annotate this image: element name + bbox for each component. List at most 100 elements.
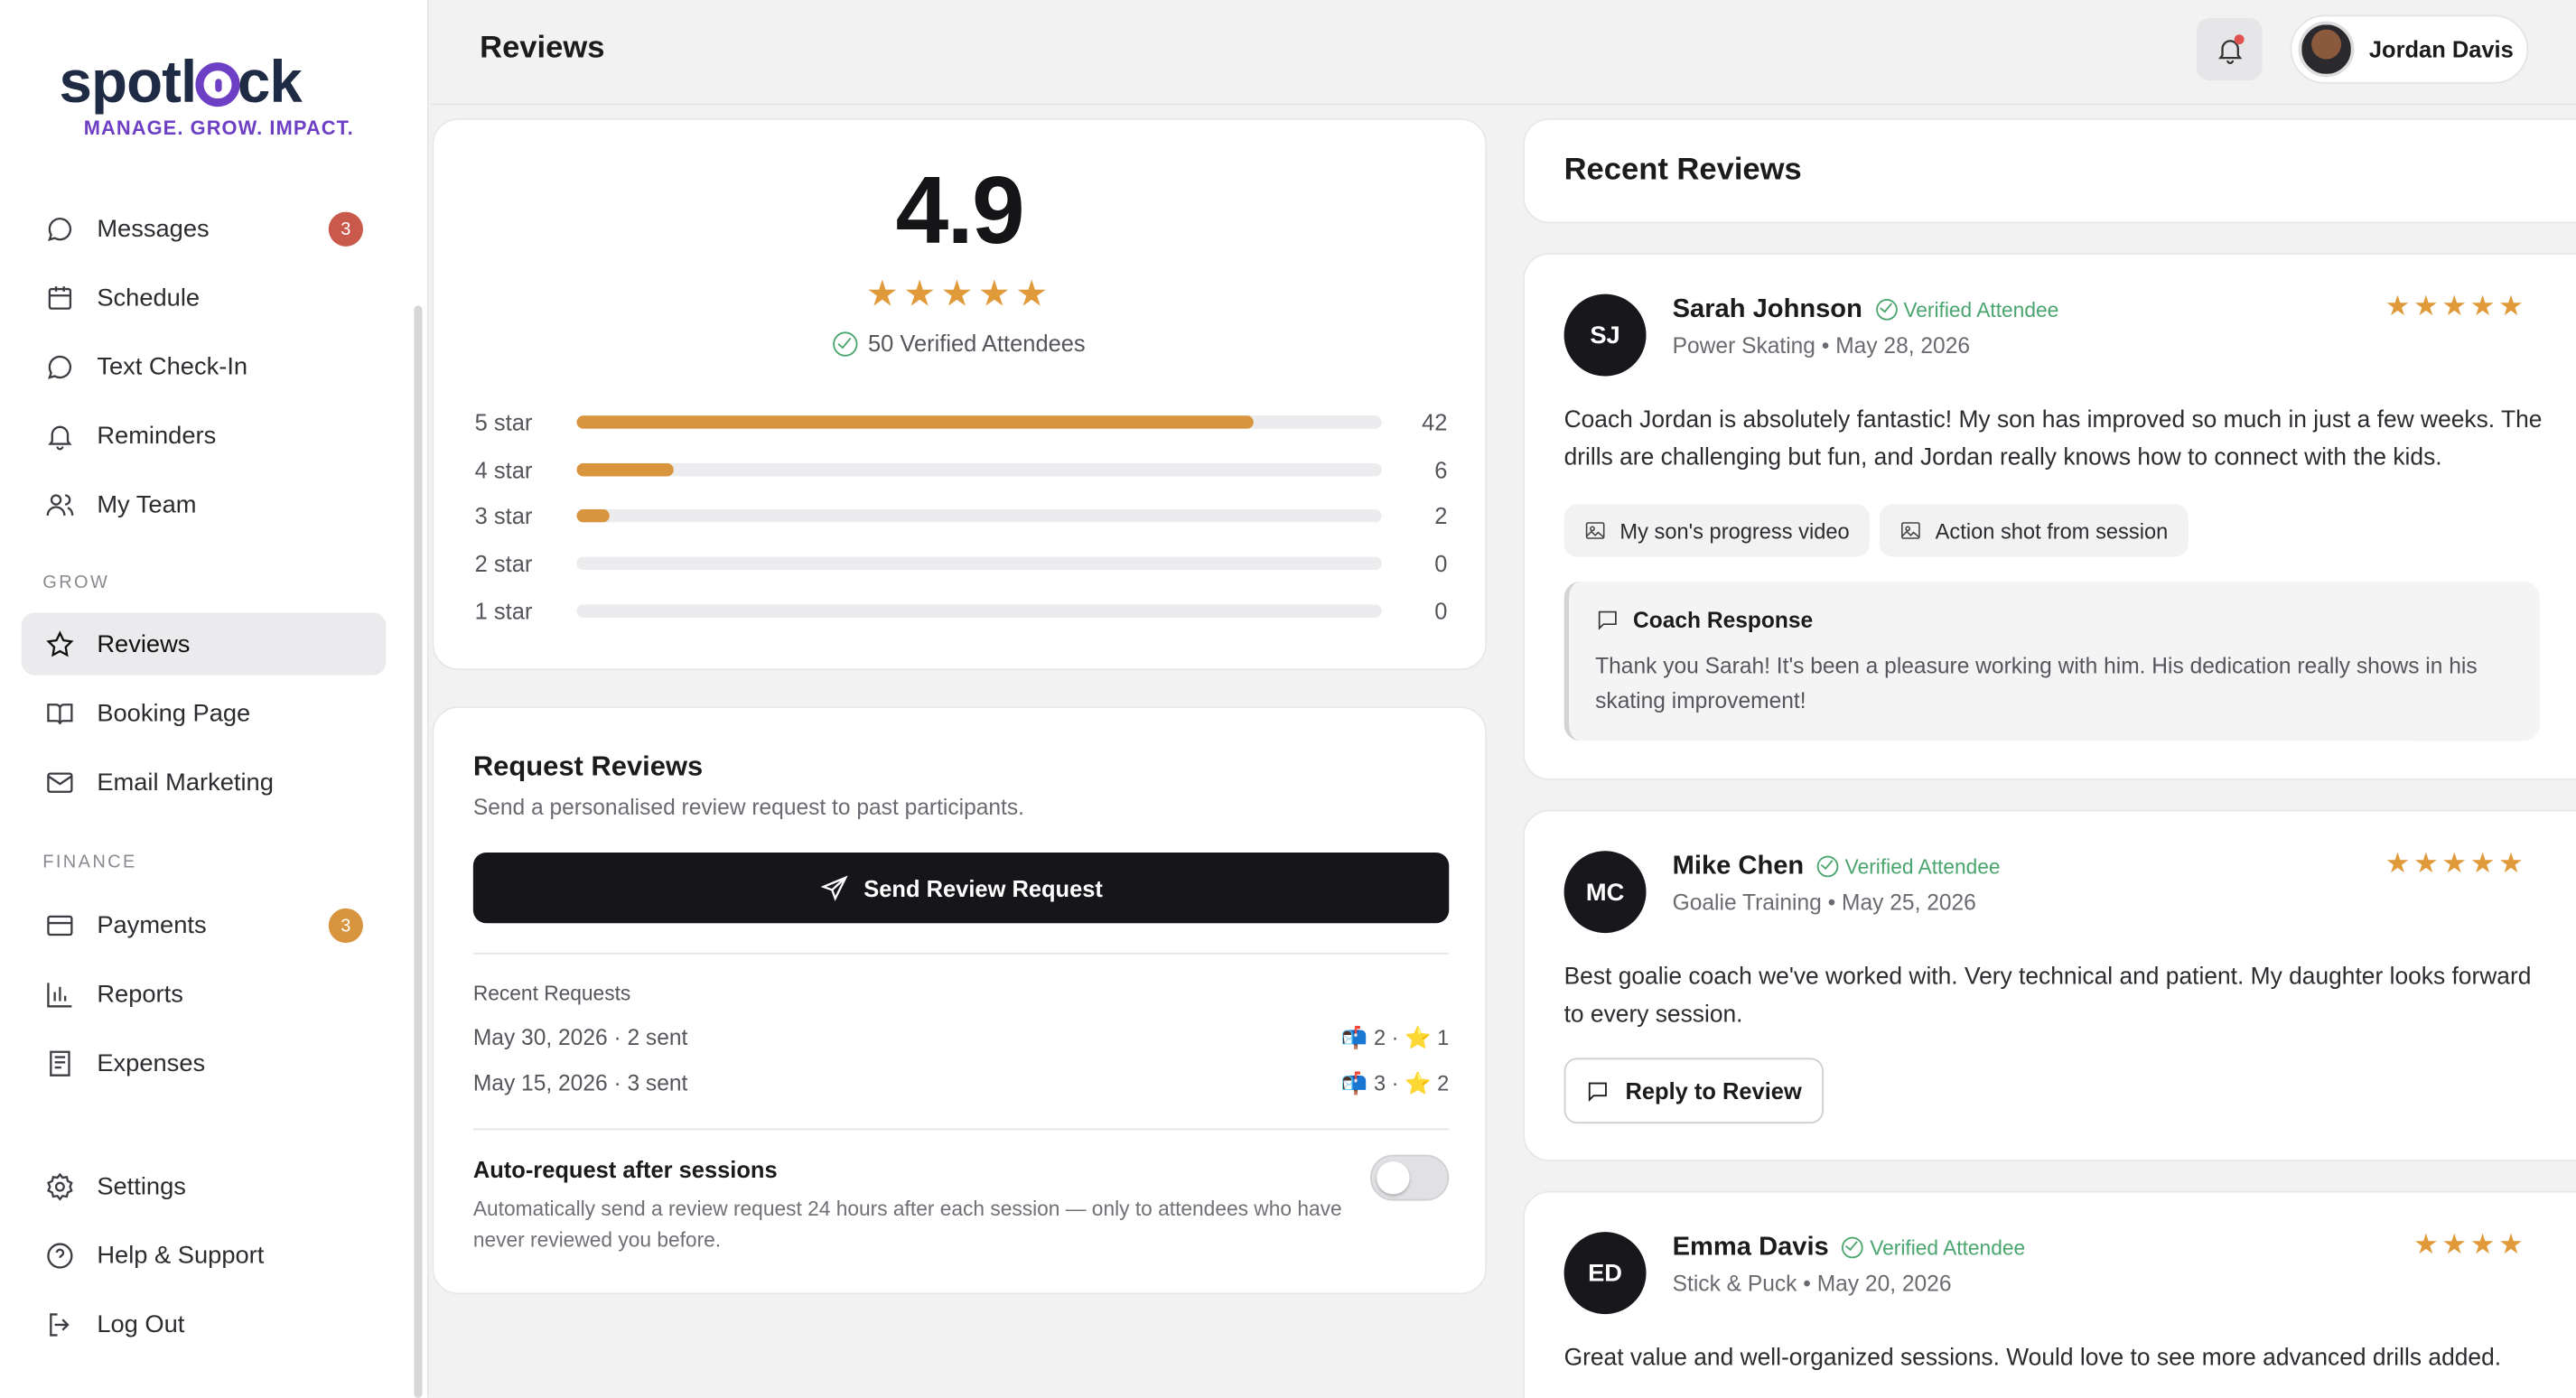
rating-bar-fill (576, 509, 610, 524)
review-text: Great value and well-organized sessions.… (1563, 1345, 2502, 1372)
sidebar-item-label: Booking Page (97, 698, 251, 727)
page-title: Reviews (480, 31, 605, 66)
image-icon (1901, 522, 1920, 539)
sidebar-item-email-marketing[interactable]: Email Marketing (22, 750, 387, 813)
notification-dot (2234, 34, 2245, 45)
gear-icon (42, 1170, 75, 1202)
review-stars: ★★★★ (2413, 1228, 2527, 1261)
recent-request-row: May 30, 2026 · 2 sent 📬 2 · ⭐ 1 (472, 1024, 1450, 1050)
rating-row-count: 2 (1434, 503, 1448, 530)
avatar (2298, 21, 2355, 78)
sidebar-item-expenses[interactable]: Expenses (22, 1031, 387, 1094)
rating-row-label: 3 star (474, 503, 533, 530)
users-icon (42, 488, 75, 520)
rating-row: 5 star 42 (475, 399, 1448, 446)
divider (472, 1128, 1450, 1131)
message-square-icon (1598, 610, 1617, 630)
review-stars: ★★★★★ (2385, 290, 2527, 322)
sidebar-item-label: Reports (97, 979, 183, 1008)
sidebar-item-messages[interactable]: Messages 3 (22, 197, 387, 259)
top-header: Reviews Jordan Davis (430, 0, 2576, 106)
sidebar-item-schedule[interactable]: Schedule (22, 266, 387, 329)
sidebar-item-reviews[interactable]: Reviews (21, 612, 387, 676)
chat-bubble-icon (42, 212, 75, 245)
average-stars: ★★★★★ (865, 272, 1053, 314)
recent-request-row: May 15, 2026 · 3 sent 📬 3 · ⭐ 2 (472, 1070, 1450, 1096)
rating-row-label: 4 star (474, 456, 533, 483)
sidebar-item-label: Settings (97, 1171, 186, 1200)
review-meta: Stick & Puck • May 20, 2026 (1672, 1271, 1952, 1297)
send-review-request-button[interactable]: Send Review Request (472, 853, 1450, 924)
verified-attendee-badge: Verified Attendee (1842, 1236, 2025, 1260)
logo-wordmark: spotl ck (59, 47, 302, 116)
sidebar-item-help-support[interactable]: Help & Support (22, 1224, 387, 1286)
logout-icon (42, 1308, 75, 1340)
reply-to-review-button[interactable]: Reply to Review (1563, 1058, 1824, 1124)
sidebar-item-reports[interactable]: Reports (22, 963, 387, 1025)
request-reviews-card: Request Reviews Send a personalised revi… (432, 706, 1488, 1295)
sidebar-item-label: Email Marketing (97, 768, 274, 797)
bottom-nav: Settings Help & Support Log Out (22, 1155, 387, 1362)
sidebar-item-label: Text Check-In (97, 352, 248, 381)
rating-row-label: 2 star (474, 550, 533, 577)
review-card: ED Emma Davis Verified Attendee Stick & P… (1523, 1190, 2576, 1398)
review-text: Coach Jordan is absolutely fantastic! My… (1563, 407, 2543, 472)
sidebar-item-label: Messages (97, 214, 210, 243)
rating-bar-track (576, 415, 1382, 430)
divider (472, 952, 1450, 955)
auto-request-toggle[interactable] (1369, 1154, 1450, 1201)
rating-bar-track (576, 556, 1382, 571)
rating-row: 4 star 6 (475, 446, 1448, 493)
request-reviews-subtitle: Send a personalised review request to pa… (472, 795, 1024, 820)
verified-attendee-badge: Verified Attendee (1875, 299, 2058, 322)
chat-dots-icon (42, 350, 75, 382)
reviewer-name: Emma Davis Verified Attendee (1672, 1233, 2026, 1262)
rating-row-count: 0 (1434, 550, 1448, 577)
message-square-icon (1589, 1081, 1608, 1102)
sidebar-item-text-check-in[interactable]: Text Check-In (22, 335, 387, 397)
sidebar-item-label: Payments (97, 910, 207, 939)
bar-chart-icon (42, 977, 75, 1010)
spotlock-logo[interactable]: spotl ck MANAGE. GROW. IMPACT. (59, 47, 371, 148)
sidebar-item-payments[interactable]: Payments 3 (22, 893, 387, 955)
mail-icon (42, 766, 75, 798)
sidebar-scrollbar[interactable] (414, 305, 423, 1398)
sidebar-item-label: Schedule (97, 283, 201, 312)
book-icon (42, 696, 75, 729)
check-circle-icon (1842, 1236, 1863, 1259)
receipt-icon (42, 1047, 75, 1079)
rating-bar-fill (576, 462, 674, 477)
attachment-chip[interactable]: Action shot from session (1879, 504, 2189, 557)
auto-request-description: Automatically send a review request 24 h… (472, 1197, 1342, 1253)
toggle-knob (1377, 1160, 1410, 1195)
rating-row: 2 star 0 (475, 540, 1448, 587)
calendar-icon (42, 281, 75, 313)
sidebar-item-label: Help & Support (97, 1241, 265, 1270)
sidebar-item-my-team[interactable]: My Team (22, 473, 387, 536)
attachment-chip[interactable]: My son's progress video (1563, 504, 1870, 557)
rating-bar-fill (576, 415, 1254, 430)
check-circle-icon (1875, 299, 1898, 321)
credit-card-icon (42, 909, 75, 941)
finance-nav: Payments 3 Reports Expenses (22, 893, 387, 1100)
rating-distribution: 5 star 42 4 star 6 3 star 2 2 star 0 1 star 0 (475, 399, 1448, 634)
sidebar-item-label: Expenses (97, 1048, 206, 1077)
rating-row-label: 5 star (474, 409, 533, 436)
review-card: SJ Sarah Johnson Verified Attendee Power … (1523, 253, 2576, 780)
sidebar-item-booking-page[interactable]: Booking Page (22, 682, 387, 744)
sidebar-item-label: My Team (97, 489, 197, 518)
review-meta: Power Skating • May 28, 2026 (1672, 333, 1971, 359)
help-circle-icon (42, 1238, 75, 1271)
sidebar-item-label: Reminders (97, 421, 217, 450)
user-menu[interactable]: Jordan Davis (2290, 14, 2529, 84)
reviewer-avatar: SJ (1563, 294, 1647, 377)
recent-reviews-header: Recent Reviews (1523, 117, 2576, 224)
star-icon (42, 628, 75, 660)
sidebar-item-log-out[interactable]: Log Out (22, 1292, 387, 1355)
verified-attendees-count: 50 Verified Attendees (434, 331, 1485, 357)
notifications-button[interactable] (2196, 18, 2263, 81)
sidebar-item-settings[interactable]: Settings (22, 1155, 387, 1217)
request-stats: 📬 2 · ⭐ 1 (1340, 1024, 1450, 1050)
sidebar-item-reminders[interactable]: Reminders (22, 404, 387, 466)
auto-request-title: Auto-request after sessions (472, 1156, 778, 1183)
